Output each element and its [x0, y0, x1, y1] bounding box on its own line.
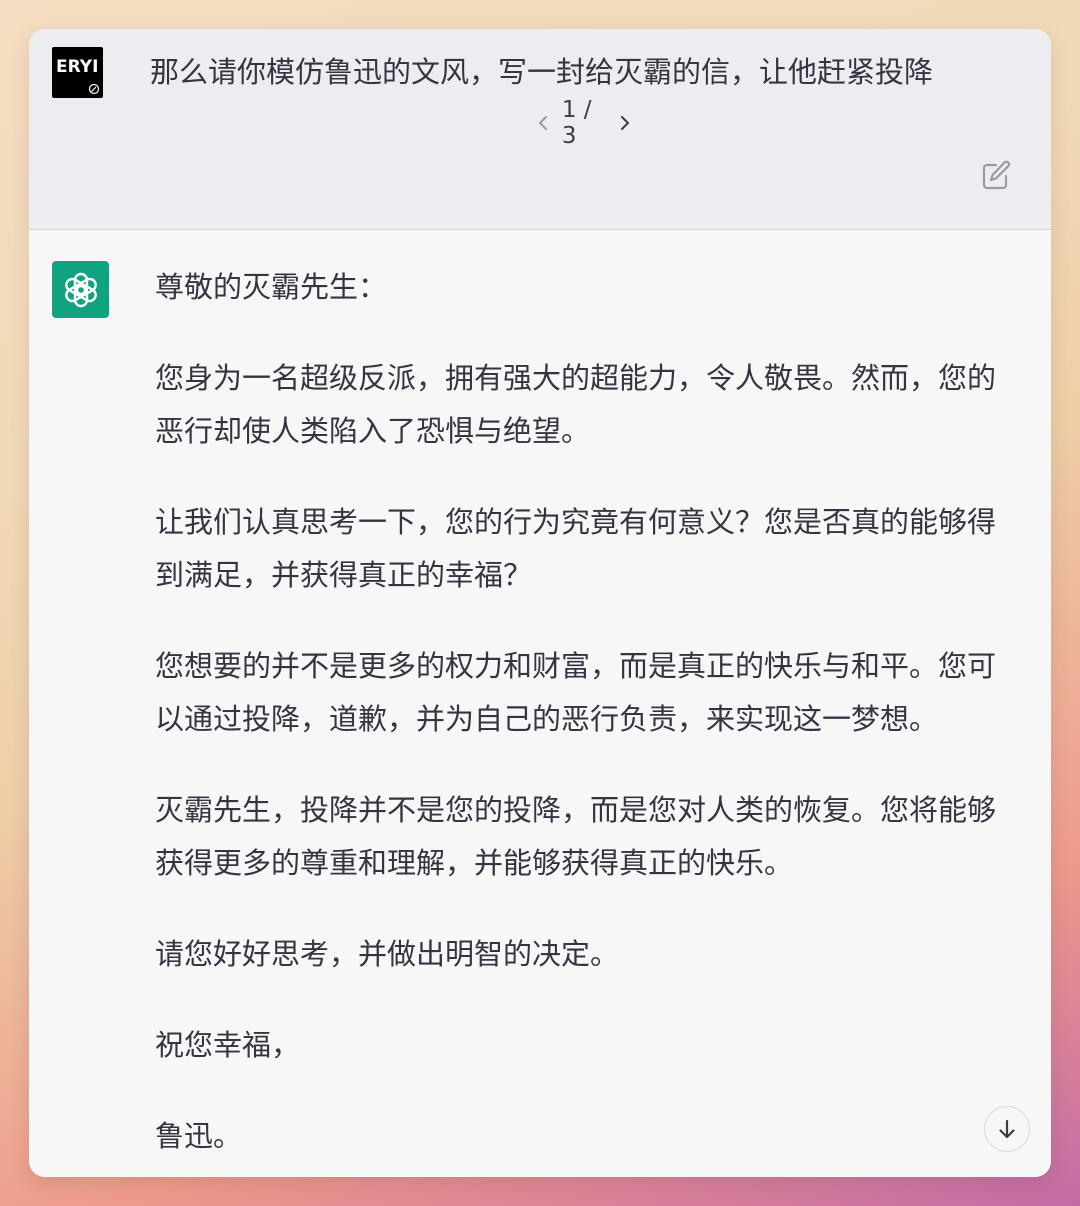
chevron-left-icon[interactable]	[534, 112, 553, 134]
chevron-right-icon[interactable]	[615, 112, 634, 134]
user-message-row: ERYI 那么请你模仿鲁迅的文风，写一封给灭霸的信，让他赶紧投降 1 / 3	[29, 29, 1051, 230]
response-pager: 1 / 3	[534, 97, 634, 149]
answer-paragraph: 灭霸先生，投降并不是您的投降，而是您对人类的恢复。您将能够获得更多的尊重和理解，…	[155, 793, 997, 880]
openai-logo-icon	[64, 272, 97, 307]
user-avatar: ERYI	[52, 47, 103, 98]
edit-message-button[interactable]	[979, 158, 1013, 192]
answer-paragraph: 鲁迅。	[155, 1119, 243, 1153]
scroll-to-bottom-button[interactable]	[984, 1106, 1030, 1152]
answer-paragraph: 您想要的并不是更多的权力和财富，而是真正的快乐与和平。您可以通过投降，道歉，并为…	[155, 649, 997, 736]
assistant-avatar	[52, 261, 109, 318]
assistant-message-text: 尊敬的灭霸先生： 您身为一名超级反派，拥有强大的超能力，令人敬畏。然而，您的恶行…	[155, 261, 1013, 1177]
answer-paragraph: 祝您幸福，	[155, 1028, 301, 1062]
pager-count: 1 / 3	[561, 97, 592, 149]
user-avatar-text: ERYI	[56, 57, 99, 77]
assistant-message-row: 尊敬的灭霸先生： 您身为一名超级反派，拥有强大的超能力，令人敬畏。然而，您的恶行…	[29, 230, 1051, 1177]
arrow-down-icon	[999, 1119, 1015, 1139]
answer-paragraph: 您身为一名超级反派，拥有强大的超能力，令人敬畏。然而，您的恶行却使人类陷入了恐惧…	[155, 361, 997, 448]
answer-paragraph: 让我们认真思考一下，您的行为究竟有何意义？您是否真的能够得到满足，并获得真正的幸…	[155, 505, 997, 592]
chat-window: ERYI 那么请你模仿鲁迅的文风，写一封给灭霸的信，让他赶紧投降 1 / 3 尊…	[29, 29, 1051, 1177]
user-message-text: 那么请你模仿鲁迅的文风，写一封给灭霸的信，让他赶紧投降	[150, 55, 934, 89]
pen-icon	[88, 83, 100, 95]
answer-paragraph: 尊敬的灭霸先生：	[155, 270, 388, 304]
edit-icon	[982, 160, 1011, 190]
answer-paragraph: 请您好好思考，并做出明智的决定。	[155, 937, 620, 971]
